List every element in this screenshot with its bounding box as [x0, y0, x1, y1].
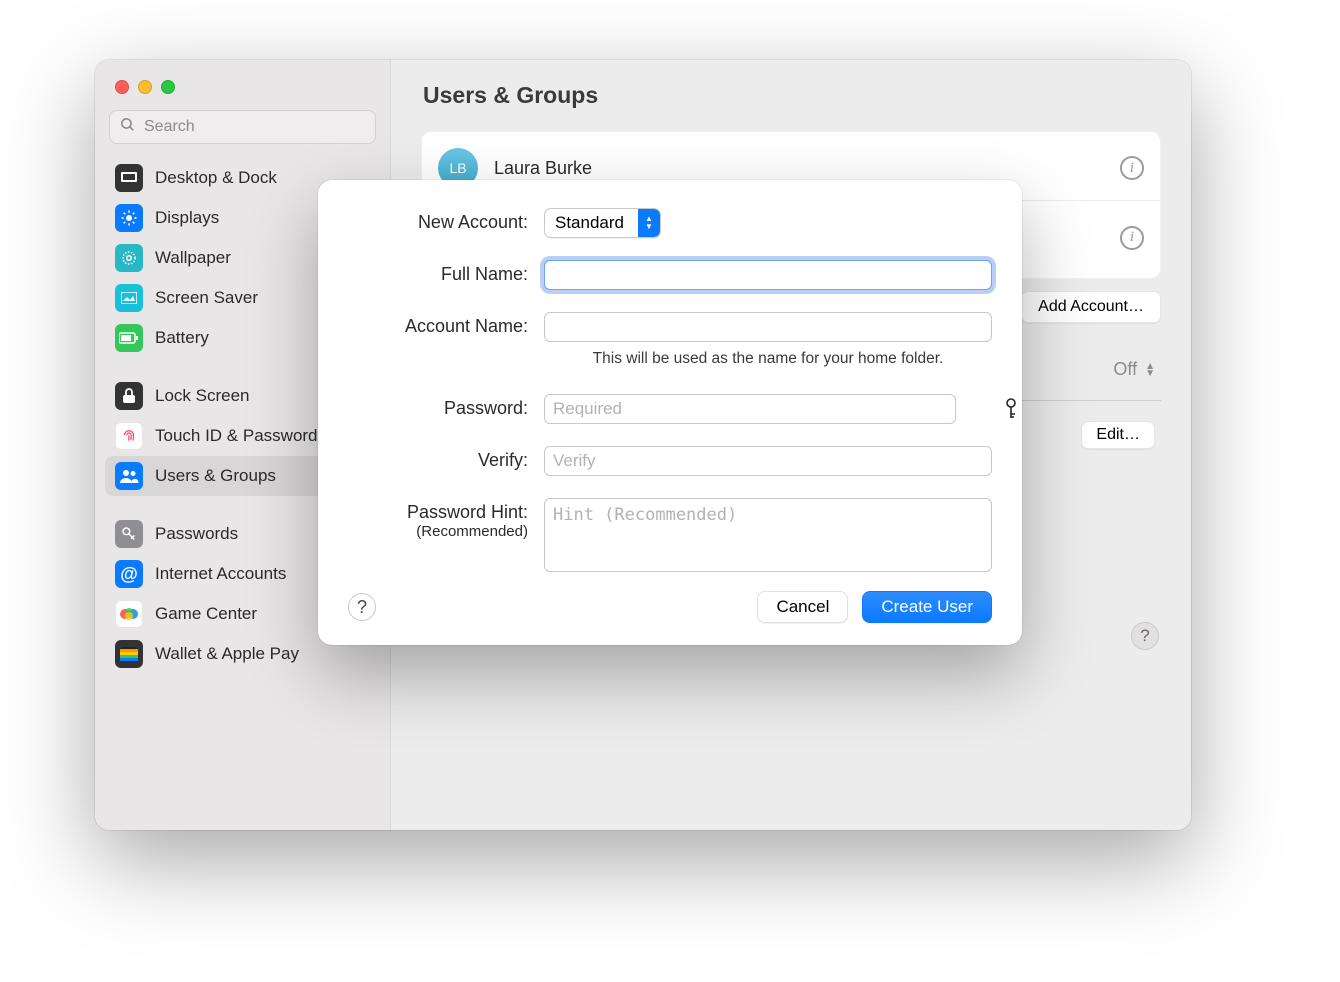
cancel-button[interactable]: Cancel	[757, 591, 848, 623]
verify-label: Verify:	[348, 446, 528, 471]
create-user-sheet: New Account: Standard ▲▼ Full Name: Acco…	[318, 180, 1022, 645]
full-name-input[interactable]	[544, 260, 992, 290]
account-name-input[interactable]	[544, 312, 992, 342]
sidebar-item-label: Internet Accounts	[155, 564, 286, 584]
sidebar-item-label: Game Center	[155, 604, 257, 624]
info-icon[interactable]: i	[1120, 226, 1144, 250]
create-user-button[interactable]: Create User	[862, 591, 992, 623]
hint-label: Password Hint: (Recommended)	[348, 498, 528, 540]
key-icon[interactable]	[1002, 396, 1026, 425]
page-title: Users & Groups	[423, 82, 1161, 109]
new-account-label: New Account:	[348, 208, 528, 233]
desktop-dock-icon	[115, 164, 143, 192]
maximize-window-button[interactable]	[161, 80, 175, 94]
verify-input[interactable]	[544, 446, 992, 476]
sidebar-item-label: Displays	[155, 208, 219, 228]
sidebar-item-label: Lock Screen	[155, 386, 250, 406]
account-type-popup[interactable]: Standard ▲▼	[544, 208, 661, 238]
wallet-icon	[115, 640, 143, 668]
search-icon	[119, 116, 136, 138]
sidebar-item-label: Wallet & Apple Pay	[155, 644, 299, 664]
edit-button[interactable]: Edit…	[1081, 421, 1155, 449]
sidebar-item-label: Wallpaper	[155, 248, 231, 268]
password-label: Password:	[348, 394, 528, 419]
chevron-updown-icon: ▲▼	[638, 209, 660, 237]
info-icon[interactable]: i	[1120, 156, 1144, 180]
auto-login-value: Off	[1113, 359, 1137, 380]
sidebar-item-label: Touch ID & Password	[155, 426, 318, 446]
sidebar-item-label: Users & Groups	[155, 466, 276, 486]
help-icon[interactable]: ?	[1131, 622, 1159, 650]
window-controls	[95, 70, 390, 110]
password-input[interactable]	[544, 394, 956, 424]
help-icon[interactable]: ?	[348, 593, 376, 621]
close-window-button[interactable]	[115, 80, 129, 94]
full-name-label: Full Name:	[348, 260, 528, 285]
wallpaper-icon	[115, 244, 143, 272]
screensaver-icon	[115, 284, 143, 312]
sidebar-item-label: Passwords	[155, 524, 238, 544]
hint-sublabel: (Recommended)	[348, 523, 528, 540]
hint-input[interactable]	[544, 498, 992, 572]
displays-icon	[115, 204, 143, 232]
chevron-updown-icon: ▲▼	[1145, 363, 1155, 377]
at-icon: @	[115, 560, 143, 588]
users-icon	[115, 462, 143, 490]
add-account-button[interactable]: Add Account…	[1021, 291, 1161, 323]
fingerprint-icon	[115, 422, 143, 450]
search-input[interactable]	[109, 110, 376, 144]
minimize-window-button[interactable]	[138, 80, 152, 94]
battery-icon	[115, 324, 143, 352]
sidebar-item-label: Screen Saver	[155, 288, 258, 308]
key-icon	[115, 520, 143, 548]
account-name-label: Account Name:	[348, 312, 528, 337]
sidebar-item-label: Battery	[155, 328, 209, 348]
account-type-value: Standard	[555, 213, 624, 233]
lock-icon	[115, 382, 143, 410]
user-name: Laura Burke	[494, 158, 592, 179]
account-name-hint: This will be used as the name for your h…	[544, 350, 992, 368]
game-center-icon	[115, 600, 143, 628]
sidebar-item-label: Desktop & Dock	[155, 168, 277, 188]
